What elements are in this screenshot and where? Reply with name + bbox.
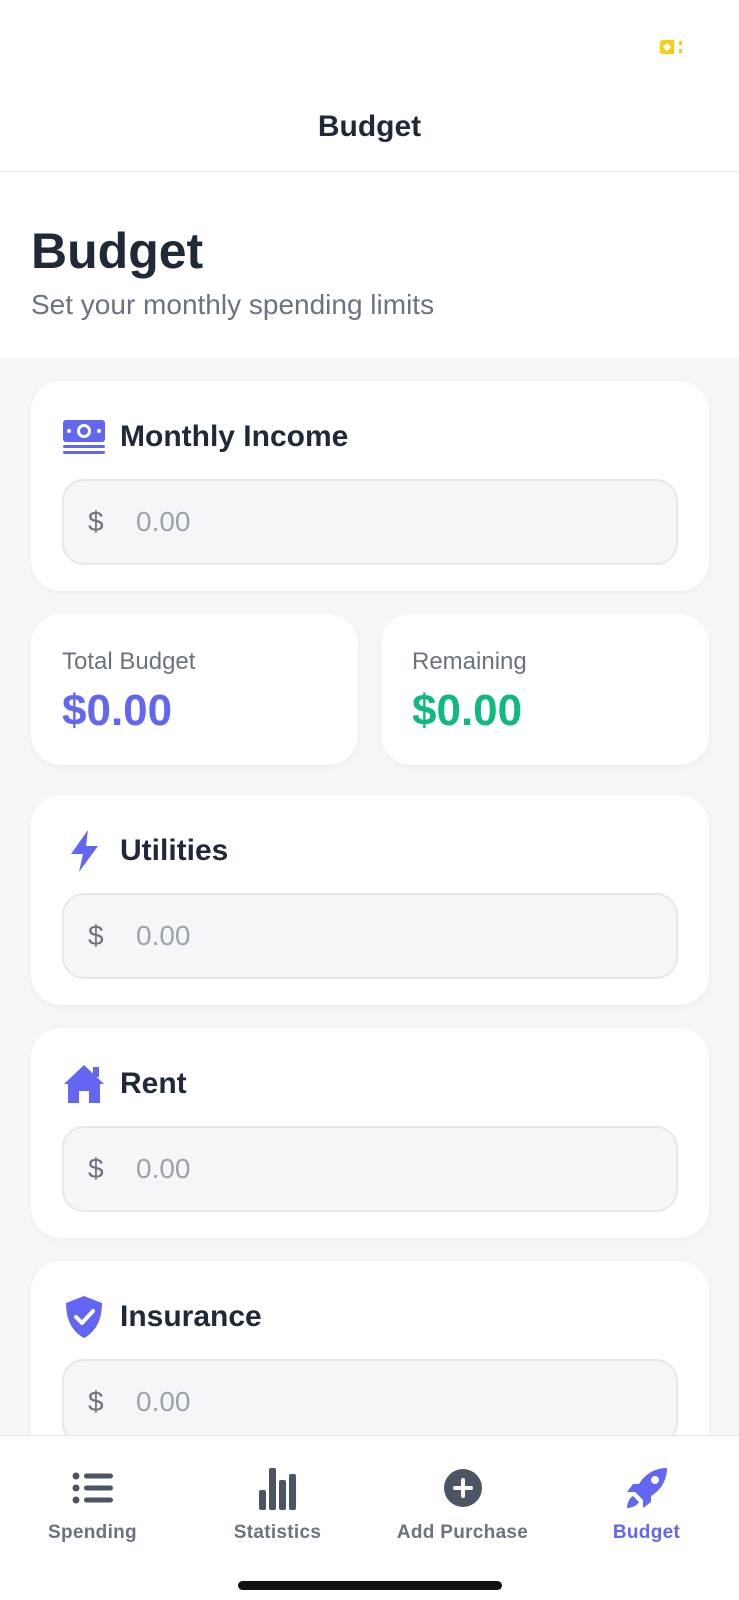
total-budget-value: $0.00: [62, 686, 173, 735]
currency-symbol: $: [88, 1153, 104, 1184]
budget-content[interactable]: Monthly Income $ Total Budget $0.00 Rema…: [0, 358, 739, 1435]
monthly-income-card: Monthly Income $: [31, 381, 709, 591]
insurance-title: Insurance: [120, 1300, 262, 1333]
tab-label: Spending: [48, 1522, 137, 1543]
bolt-icon: [62, 829, 106, 873]
insurance-input[interactable]: [136, 1386, 636, 1418]
currency-symbol: $: [88, 506, 104, 537]
remaining-card: Remaining $0.00: [381, 614, 709, 765]
remaining-value: $0.00: [412, 686, 523, 735]
utilities-title: Utilities: [120, 834, 229, 867]
insurance-card: Insurance $: [31, 1261, 709, 1435]
page-title: Budget: [31, 223, 204, 279]
page-subtitle: Set your monthly spending limits: [31, 289, 435, 320]
tab-label: Budget: [612, 1522, 681, 1543]
tab-label: Statistics: [233, 1522, 322, 1543]
rocket-icon: [625, 1466, 669, 1510]
tab-bar: Spending Statistics Add Purchase Budget: [0, 1435, 739, 1600]
tab-label: Add Purchase: [396, 1522, 529, 1543]
insurance-field[interactable]: $: [62, 1359, 678, 1435]
monthly-income-input[interactable]: [136, 506, 636, 538]
monthly-income-field[interactable]: $: [62, 479, 678, 565]
nav-header: Budget: [0, 95, 739, 172]
tab-add-purchase[interactable]: Add Purchase: [370, 1436, 555, 1546]
rent-input[interactable]: [136, 1153, 636, 1185]
monthly-income-title: Monthly Income: [120, 420, 349, 453]
shield-check-icon: [62, 1295, 106, 1339]
list-icon: [71, 1466, 115, 1510]
bar-chart-icon: [256, 1466, 300, 1510]
utilities-input[interactable]: [136, 920, 636, 952]
tab-statistics[interactable]: Statistics: [185, 1436, 370, 1546]
currency-symbol: $: [88, 1386, 104, 1417]
tab-budget[interactable]: Budget: [554, 1436, 739, 1546]
status-bar: [0, 0, 739, 95]
tab-spending[interactable]: Spending: [0, 1436, 185, 1546]
remaining-label: Remaining: [412, 648, 527, 675]
currency-symbol: $: [88, 920, 104, 951]
total-budget-card: Total Budget $0.00: [31, 614, 358, 765]
plus-circle-icon: [441, 1466, 485, 1510]
nav-title: Budget: [317, 110, 422, 143]
utilities-card: Utilities $: [31, 795, 709, 1005]
page-header: Budget Set your monthly spending limits: [0, 172, 739, 358]
money-icon: [62, 415, 106, 459]
rent-field[interactable]: $: [62, 1126, 678, 1212]
total-budget-label: Total Budget: [62, 648, 196, 675]
home-indicator: [238, 1581, 502, 1590]
rent-title: Rent: [120, 1067, 187, 1100]
battery-icon: [660, 40, 686, 54]
rent-card: Rent $: [31, 1028, 709, 1238]
utilities-field[interactable]: $: [62, 893, 678, 979]
house-icon: [62, 1062, 106, 1106]
